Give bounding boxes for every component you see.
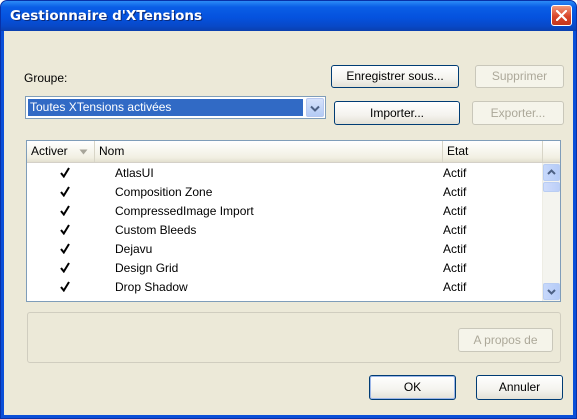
table-row[interactable]: AtlasUI Actif — [27, 164, 542, 183]
table-row[interactable]: Design Grid Actif — [27, 259, 542, 278]
cancel-button[interactable]: Annuler — [476, 375, 563, 400]
table-row[interactable]: Composition Zone Actif — [27, 183, 542, 202]
vertical-scrollbar[interactable] — [542, 163, 560, 301]
column-header-activer[interactable]: Activer — [27, 141, 95, 162]
export-button[interactable]: Exporter... — [472, 101, 564, 125]
table-row[interactable]: CompressedImage Import Actif — [27, 202, 542, 221]
xtensions-list[interactable]: Activer Nom Etat AtlasUI Actif Compositi… — [26, 140, 561, 302]
window-title: Gestionnaire d'XTensions — [10, 8, 203, 24]
description-panel: A propos de — [27, 312, 561, 363]
group-label: Groupe: — [24, 71, 68, 85]
about-button[interactable]: A propos de — [458, 328, 553, 352]
row-state: Actif — [443, 166, 467, 180]
row-name: Composition Zone — [115, 185, 213, 199]
checkmark-icon[interactable] — [60, 186, 70, 197]
table-row[interactable]: Drop Shadow Actif — [27, 278, 542, 297]
ok-button[interactable]: OK — [369, 375, 456, 400]
sort-down-icon — [79, 149, 88, 155]
column-header-etat[interactable]: Etat — [443, 141, 543, 162]
checkmark-icon[interactable] — [60, 243, 70, 254]
checkmark-icon[interactable] — [60, 167, 70, 178]
row-state: Actif — [443, 204, 467, 218]
delete-button[interactable]: Supprimer — [475, 65, 564, 88]
scroll-down-button[interactable] — [543, 283, 560, 300]
close-button[interactable] — [551, 5, 572, 26]
save-as-button[interactable]: Enregistrer sous... — [331, 65, 459, 88]
scroll-down-icon — [547, 289, 556, 295]
row-name: Drop Shadow — [115, 280, 188, 294]
dialog-window: Gestionnaire d'XTensions Groupe: Enregis… — [0, 0, 577, 419]
scroll-thumb[interactable] — [543, 182, 560, 192]
row-state: Actif — [443, 185, 467, 199]
group-select[interactable]: Toutes XTensions activées — [25, 96, 326, 119]
row-state: Actif — [443, 223, 467, 237]
column-header-etat-label: Etat — [447, 144, 469, 158]
row-name: Custom Bleeds — [115, 223, 197, 237]
checkmark-icon[interactable] — [60, 262, 70, 273]
dialog-body: Groupe: Enregistrer sous... Supprimer To… — [4, 31, 573, 415]
row-name: CompressedImage Import — [115, 204, 254, 218]
checkmark-icon[interactable] — [60, 205, 70, 216]
checkmark-icon[interactable] — [60, 224, 70, 235]
row-name: AtlasUI — [115, 166, 154, 180]
group-select-dropdown-button[interactable] — [306, 98, 324, 117]
row-state: Actif — [443, 280, 467, 294]
row-state: Actif — [443, 261, 467, 275]
list-header: Activer Nom Etat — [27, 141, 560, 163]
column-header-nom[interactable]: Nom — [95, 141, 443, 162]
row-name: Design Grid — [115, 261, 179, 275]
column-header-nom-label: Nom — [99, 144, 125, 158]
table-row[interactable]: Dejavu Actif — [27, 240, 542, 259]
table-row[interactable]: Custom Bleeds Actif — [27, 221, 542, 240]
row-name: Dejavu — [115, 242, 153, 256]
group-select-value: Toutes XTensions activées — [28, 99, 303, 116]
chevron-down-icon — [310, 105, 320, 112]
close-icon — [556, 10, 567, 21]
scroll-up-button[interactable] — [543, 164, 560, 181]
scroll-up-icon — [547, 169, 556, 175]
import-button[interactable]: Importer... — [334, 101, 460, 125]
title-bar[interactable]: Gestionnaire d'XTensions — [1, 1, 576, 31]
checkmark-icon[interactable] — [60, 281, 70, 292]
row-state: Actif — [443, 242, 467, 256]
column-header-activer-label: Activer — [31, 144, 68, 158]
